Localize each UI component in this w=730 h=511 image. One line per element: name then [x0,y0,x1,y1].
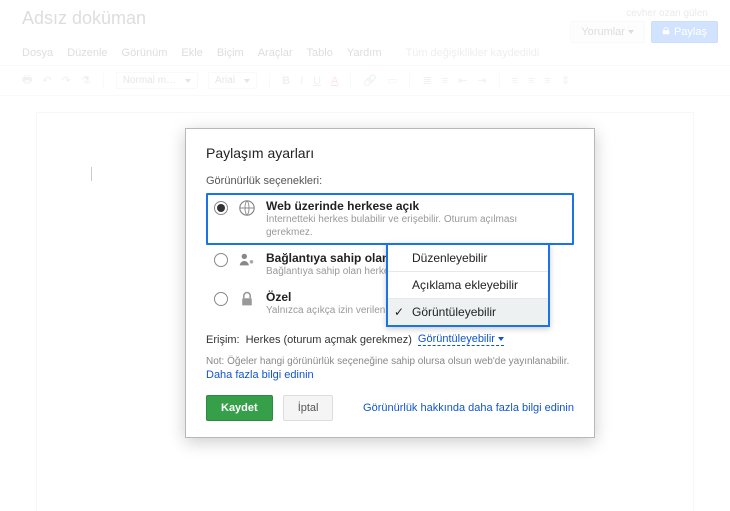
globe-icon [238,199,256,217]
access-value: Herkes (oturum açmak gerekmez) [246,334,412,346]
radio-link[interactable] [214,253,228,267]
save-button[interactable]: Kaydet [206,395,273,421]
access-label: Erişim: [206,334,240,346]
dropdown-item-comment[interactable]: Açıklama ekleyebilir [388,272,548,299]
radio-private[interactable] [214,292,228,306]
publish-note: Not: Öğeler hangi görünürlük seçeneğine … [206,356,574,367]
dropdown-item-view[interactable]: ✓Görüntüleyebilir [388,299,548,325]
dialog-title: Paylaşım ayarları [206,145,574,161]
visibility-info-link[interactable]: Görünürlük hakkında daha fazla bilgi edi… [363,402,574,414]
people-link-icon [238,251,256,269]
option-public[interactable]: Web üzerinde herkese açık İnternetteki h… [206,193,574,245]
access-dropdown[interactable]: Görüntüleyebilir [418,333,504,346]
radio-public[interactable] [214,201,228,215]
dropdown-item-edit[interactable]: Düzenleyebilir [388,245,548,272]
cancel-button[interactable]: İptal [283,395,334,421]
visibility-label: Görünürlük seçenekleri: [206,175,574,187]
option-public-title: Web üzerinde herkese açık [266,199,566,213]
permission-dropdown: Düzenleyebilir Açıklama ekleyebilir ✓Gör… [386,243,550,327]
check-icon: ✓ [394,305,404,319]
lock-icon-grey [238,290,256,308]
option-public-sub: İnternetteki herkes bulabilir ve erişebi… [266,213,566,239]
more-info-link[interactable]: Daha fazla bilgi edinin [206,369,574,381]
